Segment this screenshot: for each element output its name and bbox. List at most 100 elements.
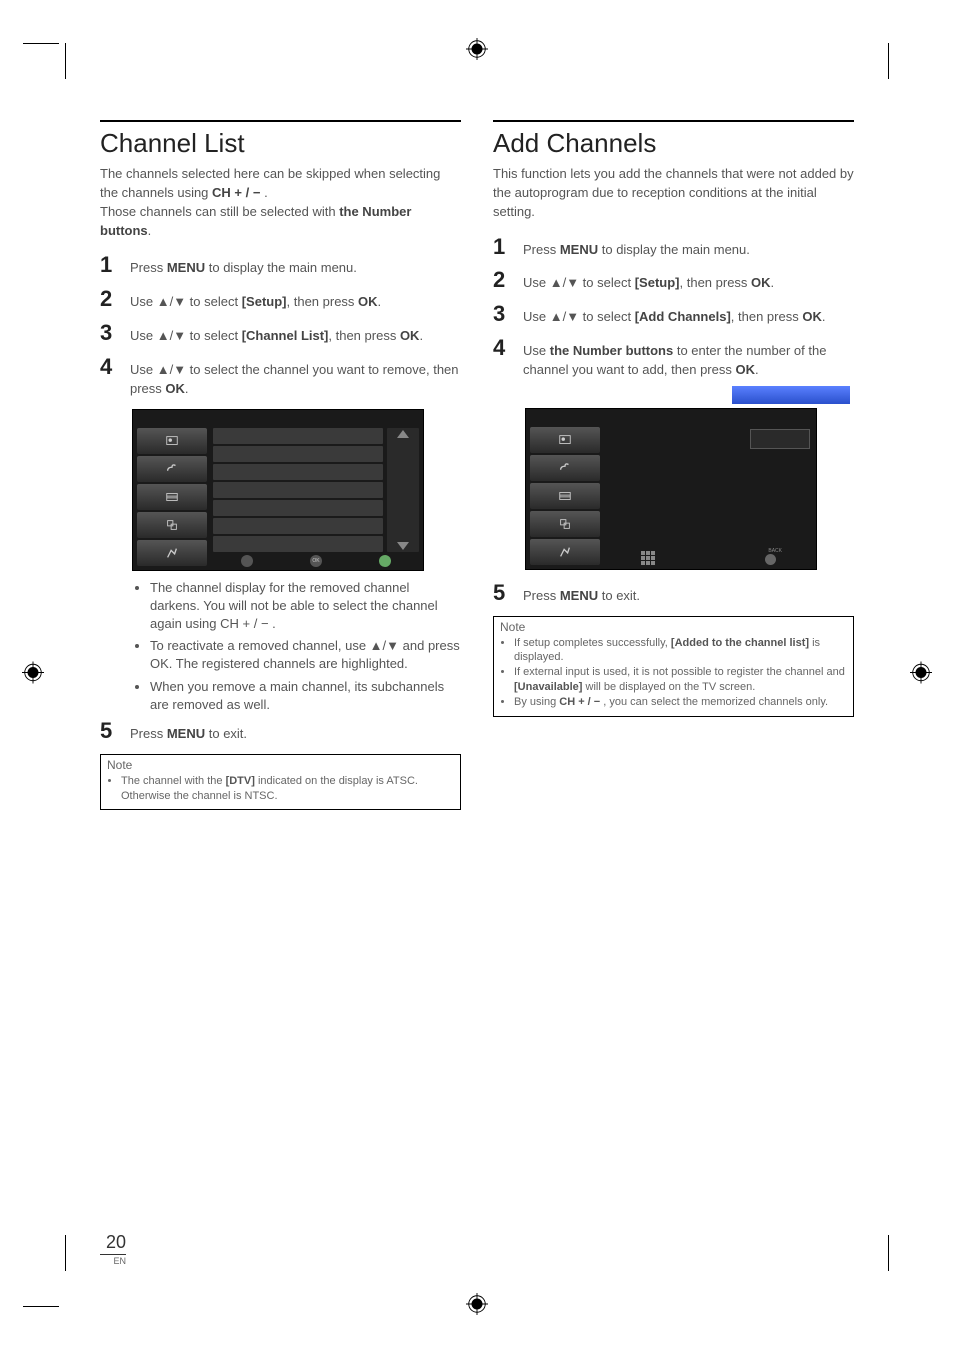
channel-input-box	[750, 429, 810, 449]
step-list: 5 Press MENU to exit.	[100, 720, 461, 744]
text: .	[260, 185, 267, 200]
step-text: Use ▲/▼ to select the channel you want t…	[130, 361, 461, 399]
step-item: 5 Press MENU to exit.	[493, 582, 854, 606]
keypad-hint-icon	[641, 551, 655, 565]
crop-mark	[888, 1235, 889, 1271]
note-item: By using CH + / − , you can select the m…	[514, 695, 845, 710]
sound-tab-icon	[530, 455, 600, 481]
note-list: If setup completes successfully, [Added …	[494, 636, 853, 716]
step-number: 1	[100, 254, 118, 276]
note-box: Note If setup completes successfully, [A…	[493, 616, 854, 717]
section-heading: Channel List	[100, 120, 461, 159]
intro-text: This function lets you add the channels …	[493, 165, 854, 222]
step-item: 5 Press MENU to exit.	[100, 720, 461, 744]
bullet-list: The channel display for the removed chan…	[132, 579, 461, 714]
setup-tab-icon	[137, 512, 207, 538]
step-number: 3	[493, 303, 511, 325]
step-number: 5	[100, 720, 118, 742]
screenshot-sidebar	[137, 428, 207, 566]
add-channels-section: Add Channels This function lets you add …	[493, 120, 854, 810]
step-item: 3 Use ▲/▼ to select [Add Channels], then…	[493, 303, 854, 327]
back-hint-icon	[379, 555, 391, 567]
note-item: The channel with the [DTV] indicated on …	[121, 774, 452, 804]
channel-list-section: Channel List The channels selected here …	[100, 120, 461, 810]
intro-text: The channels selected here can be skippe…	[100, 165, 461, 240]
step-number: 4	[493, 337, 511, 359]
tv-screenshot-add-channels: BACK	[525, 408, 817, 570]
step-number: 1	[493, 236, 511, 258]
step-item: 3 Use ▲/▼ to select [Channel List], then…	[100, 322, 461, 346]
arrow-up-icon	[397, 430, 409, 438]
page-number: 20 EN	[100, 1232, 126, 1266]
section-heading: Add Channels	[493, 120, 854, 159]
channel-row	[213, 536, 383, 552]
step-item: 4 Use ▲/▼ to select the channel you want…	[100, 356, 461, 399]
bullet-item: The channel display for the removed chan…	[150, 579, 461, 634]
screenshot-hints: OK	[213, 554, 419, 568]
back-hint-icon	[765, 554, 776, 565]
registration-mark-icon	[22, 662, 44, 689]
settings-tab-icon	[530, 539, 600, 565]
note-box: Note The channel with the [DTV] indicate…	[100, 754, 461, 811]
step-list: 1 Press MENU to display the main menu. 2…	[100, 254, 461, 398]
step-item: 2 Use ▲/▼ to select [Setup], then press …	[100, 288, 461, 312]
step-text: Use ▲/▼ to select [Setup], then press OK…	[523, 274, 854, 293]
screenshot-main	[213, 428, 419, 552]
text: .	[148, 223, 152, 238]
channel-row	[213, 500, 383, 516]
step-number: 3	[100, 322, 118, 344]
picture-tab-icon	[530, 427, 600, 453]
settings-tab-icon	[137, 540, 207, 566]
scrollbar	[387, 428, 419, 552]
crop-mark	[23, 43, 59, 44]
step-number: 4	[100, 356, 118, 378]
crop-mark	[65, 43, 66, 79]
crop-mark	[888, 43, 889, 79]
registration-mark-icon	[466, 1293, 488, 1320]
step-text: Use ▲/▼ to select [Add Channels], then p…	[523, 308, 854, 327]
registration-mark-icon	[910, 662, 932, 689]
text: The channels selected here can be skippe…	[100, 166, 440, 200]
bullet-item: When you remove a main channel, its subc…	[150, 678, 461, 714]
screenshot-banner	[732, 386, 850, 404]
step-list: 5 Press MENU to exit.	[493, 582, 854, 606]
tv-screenshot-channel-list: OK	[132, 409, 424, 571]
note-title: Note	[101, 755, 460, 774]
step-item: 4 Use the Number buttons to enter the nu…	[493, 337, 854, 380]
channel-row	[213, 482, 383, 498]
screenshot-sidebar	[530, 427, 600, 565]
page-number-value: 20	[100, 1232, 126, 1255]
setup-tab-icon	[530, 511, 600, 537]
arrow-down-icon	[397, 542, 409, 550]
note-title: Note	[494, 617, 853, 636]
step-item: 1 Press MENU to display the main menu.	[493, 236, 854, 260]
back-label: BACK	[768, 548, 782, 554]
note-item: If setup completes successfully, [Added …	[514, 636, 845, 666]
features-tab-icon	[137, 484, 207, 510]
picture-tab-icon	[137, 428, 207, 454]
step-number: 2	[100, 288, 118, 310]
text: Those channels can still be selected wit…	[100, 204, 339, 219]
step-text: Use the Number buttons to enter the numb…	[523, 342, 854, 380]
step-text: Press MENU to display the main menu.	[130, 259, 461, 278]
note-item: If external input is used, it is not pos…	[514, 665, 845, 695]
text-bold: CH + / −	[212, 185, 260, 200]
step-list: 1 Press MENU to display the main menu. 2…	[493, 236, 854, 380]
crop-mark	[65, 1235, 66, 1271]
step-text: Use ▲/▼ to select [Channel List], then p…	[130, 327, 461, 346]
nav-hint-icon	[241, 555, 253, 567]
crop-mark	[23, 1306, 59, 1307]
channel-row	[213, 464, 383, 480]
step-item: 1 Press MENU to display the main menu.	[100, 254, 461, 278]
step-text: Use ▲/▼ to select [Setup], then press OK…	[130, 293, 461, 312]
ok-hint-icon: OK	[310, 555, 322, 567]
features-tab-icon	[530, 483, 600, 509]
registration-mark-icon	[466, 38, 488, 65]
step-number: 2	[493, 269, 511, 291]
sound-tab-icon	[137, 456, 207, 482]
channel-row	[213, 446, 383, 462]
note-list: The channel with the [DTV] indicated on …	[101, 774, 460, 810]
step-text: Press MENU to exit.	[523, 587, 854, 606]
step-item: 2 Use ▲/▼ to select [Setup], then press …	[493, 269, 854, 293]
channel-row	[213, 518, 383, 534]
